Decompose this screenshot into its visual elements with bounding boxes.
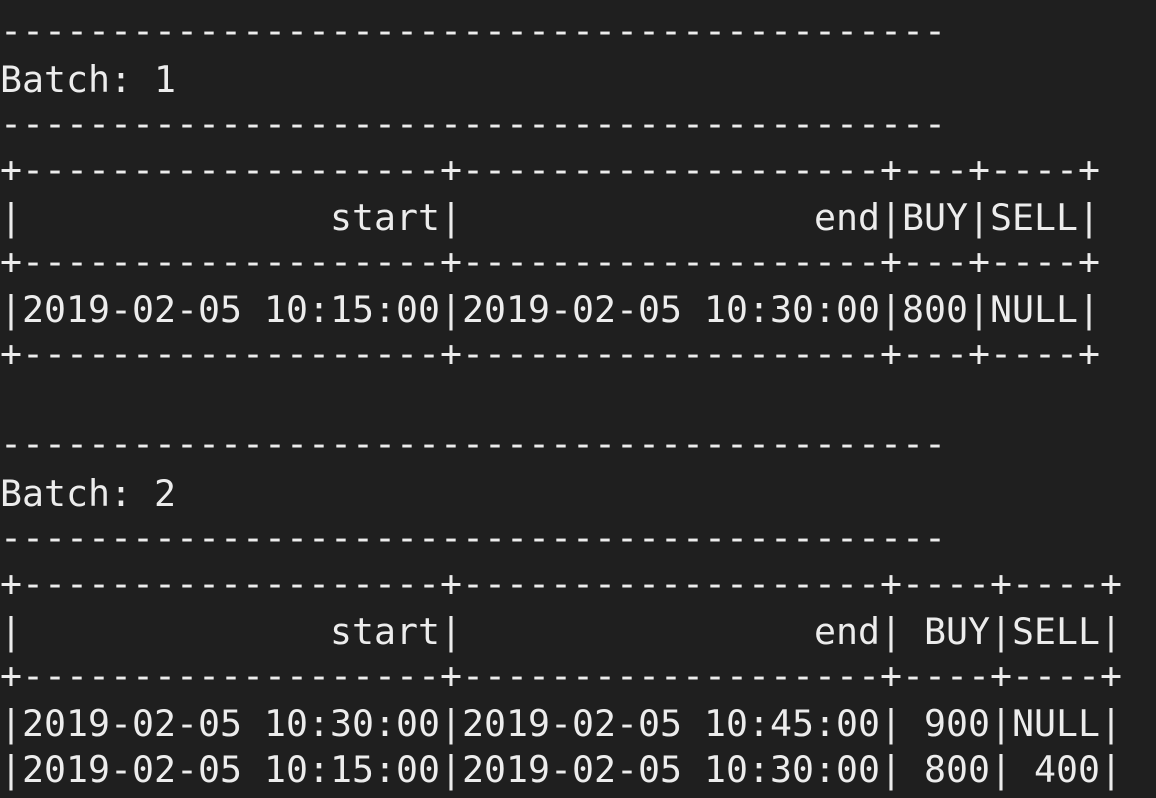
terminal-output: ----------------------------------------… (0, 0, 1156, 798)
batch-header: Batch: 2 (0, 472, 177, 515)
table-border: +-------------------+-------------------… (0, 240, 1100, 283)
table-row: |2019-02-05 10:15:00|2019-02-05 10:30:00… (0, 748, 1122, 791)
table-border: +-------------------+-------------------… (0, 654, 1122, 697)
table-header-row: | start| end|BUY|SELL| (0, 196, 1100, 239)
table-border: +-------------------+-------------------… (0, 148, 1100, 191)
batch-separator-line: ----------------------------------------… (0, 516, 946, 559)
table-row: |2019-02-05 10:15:00|2019-02-05 10:30:00… (0, 288, 1100, 331)
batch-separator-line: ----------------------------------------… (0, 102, 946, 145)
table-border: +-------------------+-------------------… (0, 562, 1122, 605)
batch-separator-line: ----------------------------------------… (0, 422, 946, 465)
batch-separator-line: ----------------------------------------… (0, 9, 946, 52)
table-border: +-------------------+-------------------… (0, 332, 1100, 375)
table-header-row: | start| end| BUY|SELL| (0, 610, 1122, 653)
table-row: |2019-02-05 10:30:00|2019-02-05 10:45:00… (0, 702, 1122, 745)
batch-header: Batch: 1 (0, 58, 177, 101)
